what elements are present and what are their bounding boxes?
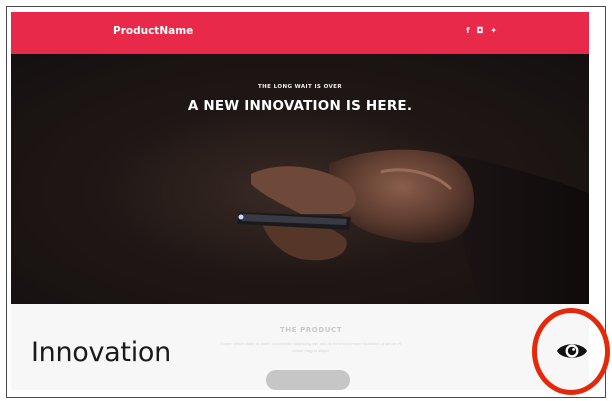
product-heading: THE PRODUCT xyxy=(279,326,343,334)
twitter-icon[interactable]: ✦ xyxy=(490,26,497,36)
social-icons: f ◘ ✦ xyxy=(466,26,497,36)
brand-name[interactable]: ProductName xyxy=(113,25,193,37)
eye-icon[interactable] xyxy=(556,340,588,362)
hero-title: A NEW INNOVATION IS HERE. xyxy=(187,98,413,114)
product-description: Lorem ipsum dolor sit amet, consectetur … xyxy=(221,341,401,353)
top-navbar: ProductName f ◘ ✦ xyxy=(11,12,589,54)
hero-banner: THE LONG WAIT IS OVER A NEW INNOVATION I… xyxy=(11,54,589,304)
template-name-label: Innovation xyxy=(31,337,171,368)
hands-holding-phone-image xyxy=(237,149,589,304)
product-button[interactable] xyxy=(266,370,350,390)
hero-kicker: THE LONG WAIT IS OVER xyxy=(258,84,342,90)
facebook-icon[interactable]: f xyxy=(466,26,469,36)
instagram-icon[interactable]: ◘ xyxy=(477,26,484,36)
template-preview-card[interactable]: ProductName f ◘ ✦ THE LONG WAIT IS OVER … xyxy=(11,12,589,390)
